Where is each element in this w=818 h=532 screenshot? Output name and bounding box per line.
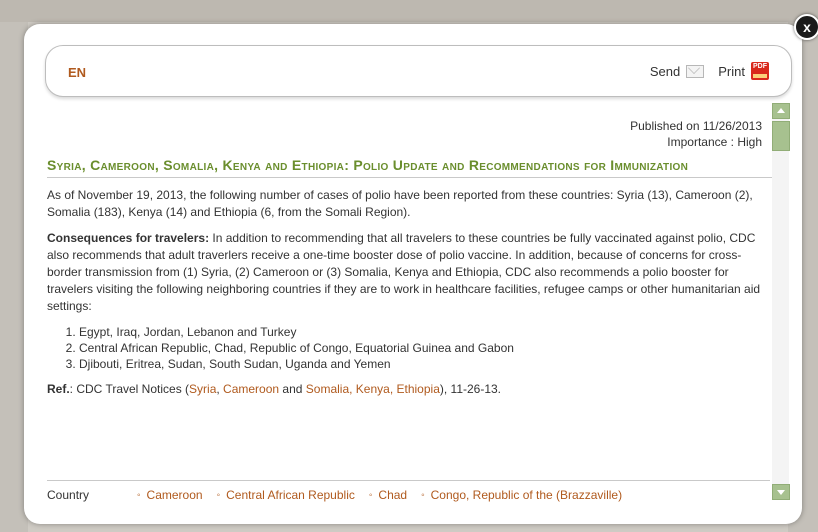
scroll-up-button[interactable] (772, 103, 790, 119)
header-actions: Send Print PDF (650, 62, 769, 80)
print-button[interactable]: Print PDF (718, 62, 769, 80)
close-button[interactable]: x (794, 14, 818, 40)
mail-icon (686, 64, 705, 78)
article-title: Syria, Cameroon, Somalia, Kenya and Ethi… (47, 156, 772, 178)
vertical-scrollbar[interactable] (772, 103, 790, 500)
background-top-strip (0, 0, 818, 22)
consequences-label: Consequences for travelers: (47, 231, 210, 245)
ref-prefix: : CDC Travel Notices ( (69, 382, 190, 396)
bullet-icon: ◦ (137, 490, 141, 501)
consequences-paragraph: Consequences for travelers: In addition … (47, 230, 772, 315)
pdf-icon: PDF (751, 62, 769, 80)
language-selector[interactable]: EN (68, 65, 86, 80)
bullet-icon: ◦ (368, 490, 373, 501)
country-link-cameroon[interactable]: Cameroon (147, 487, 203, 504)
ref-suffix: ), 11-26-13. (439, 382, 502, 396)
ref-label: Ref. (47, 382, 70, 396)
intro-paragraph: As of November 19, 2013, the following n… (47, 188, 753, 219)
print-label: Print (718, 63, 745, 79)
publish-info: Published on 11/26/2013 Importance : Hig… (47, 118, 772, 150)
ref-sep2: and (279, 382, 306, 396)
country-label: Country (47, 488, 90, 502)
country-link-car[interactable]: Central African Republic (226, 487, 355, 504)
scroll-down-button[interactable] (772, 484, 790, 500)
reference-line: Ref.: CDC Travel Notices (Syria, Cameroo… (47, 381, 772, 398)
bullet-icon: ◦ (216, 490, 221, 501)
modal-header: EN Send Print PDF (45, 45, 792, 97)
bullet-icon: ◦ (421, 490, 425, 501)
article-content: Published on 11/26/2013 Importance : Hig… (47, 118, 772, 510)
send-label: Send (649, 63, 681, 79)
ref-link-cameroon[interactable]: Cameroon (223, 382, 279, 396)
scroll-thumb[interactable] (772, 121, 790, 151)
send-button[interactable]: Send (649, 63, 705, 79)
published-date: Published on 11/26/2013 (630, 119, 762, 133)
country-link-congo[interactable]: Congo, Republic of the (Brazzaville) (431, 487, 622, 504)
ref-link-somalia-kenya-ethiopia[interactable]: Somalia, Kenya, Ethiopia (306, 382, 440, 396)
list-item: Central African Republic, Chad, Republic… (79, 340, 772, 356)
list-item: Djibouti, Eritrea, Sudan, South Sudan, U… (79, 356, 772, 372)
ref-link-syria[interactable]: Syria (189, 382, 216, 396)
country-list: Egypt, Iraq, Jordan, Lebanon and Turkey … (47, 324, 772, 372)
country-row: Country ◦ Cameroon ◦ Central African Rep… (47, 480, 770, 504)
country-link-chad[interactable]: Chad (378, 487, 407, 504)
importance: Importance : High (667, 135, 762, 149)
list-item: Egypt, Iraq, Jordan, Lebanon and Turkey (79, 324, 772, 340)
